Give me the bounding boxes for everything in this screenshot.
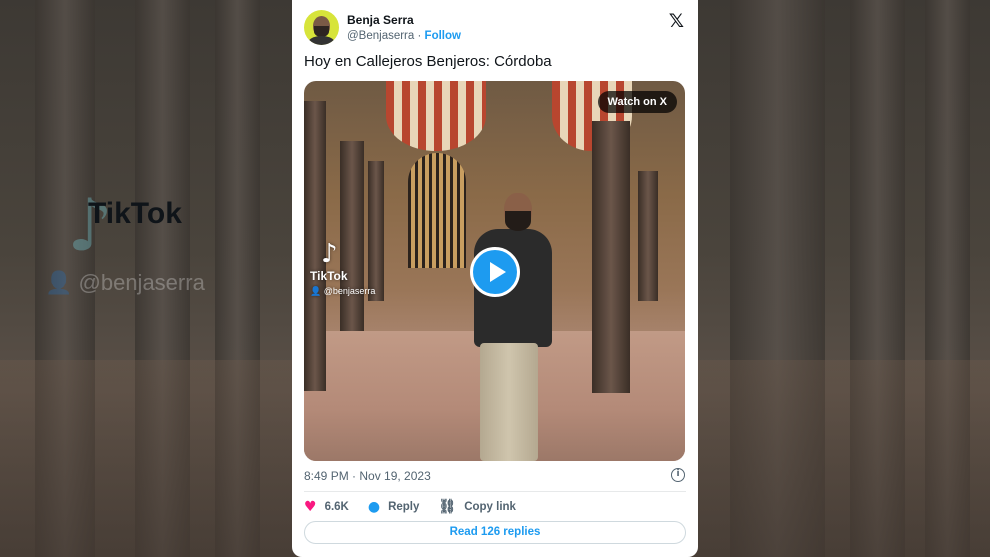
tweet-card: Benja Serra @Benjaserra · Follow 𝕏 Hoy e…	[292, 0, 698, 557]
play-button[interactable]	[470, 247, 520, 297]
like-count: 6.6K	[324, 501, 349, 513]
author-handle-line: @Benjaserra · Follow	[347, 30, 461, 42]
background-tiktok-watermark: ♪ TikTok 👤 @benjaserra	[45, 189, 205, 296]
x-logo-icon[interactable]: 𝕏	[669, 10, 684, 32]
tiktok-logo-icon: ♪	[321, 239, 338, 269]
video-pillar	[340, 141, 364, 331]
video-pillar	[592, 121, 630, 393]
play-icon	[490, 262, 506, 282]
link-icon: ⛓	[438, 499, 457, 515]
video-tiktok-name: TikTok	[310, 269, 348, 283]
tweet-header: Benja Serra @Benjaserra · Follow 𝕏	[304, 10, 686, 46]
video-arch	[386, 81, 486, 151]
read-replies-button[interactable]: Read 126 replies	[304, 521, 686, 544]
avatar-body	[308, 36, 335, 45]
video-tiktok-handle: 👤 @benjaserra	[310, 286, 376, 296]
like-button[interactable]: ♥ 6.6K	[304, 499, 349, 515]
video-tiktok-watermark: ♪ TikTok 👤 @benjaserra	[310, 241, 375, 297]
reply-button[interactable]: ● Reply	[368, 499, 420, 515]
background-tiktok-name: TikTok	[88, 197, 182, 230]
video-pillar	[638, 171, 658, 301]
handle-separator: ·	[417, 30, 422, 42]
video-person-beard	[505, 211, 531, 231]
tweet-timestamp[interactable]: 8:49 PM · Nov 19, 2023	[304, 469, 431, 483]
video-person-pants	[480, 343, 538, 461]
tweet-actions: ♥ 6.6K ● Reply ⛓ Copy link	[304, 499, 535, 515]
video-player[interactable]: Watch on X ♪ TikTok 👤 @benjaserra	[304, 81, 685, 461]
reply-bubble-icon: ●	[367, 499, 381, 515]
background-tiktok-handle: 👤 @benjaserra	[45, 270, 205, 295]
info-icon[interactable]: i	[671, 468, 685, 482]
reply-label: Reply	[388, 501, 420, 513]
copy-link-button[interactable]: ⛓ Copy link	[438, 499, 516, 515]
divider	[304, 491, 686, 492]
author-name[interactable]: Benja Serra	[347, 13, 414, 27]
avatar[interactable]	[304, 10, 339, 45]
copy-link-label: Copy link	[464, 501, 516, 513]
heart-icon: ♥	[304, 499, 317, 515]
author-handle[interactable]: @Benjaserra	[347, 30, 414, 42]
video-gate	[408, 153, 466, 268]
tweet-text: Hoy en Callejeros Benjeros: Córdoba	[304, 53, 552, 70]
follow-button[interactable]: Follow	[425, 30, 461, 42]
watch-on-x-button[interactable]: Watch on X	[597, 91, 677, 113]
